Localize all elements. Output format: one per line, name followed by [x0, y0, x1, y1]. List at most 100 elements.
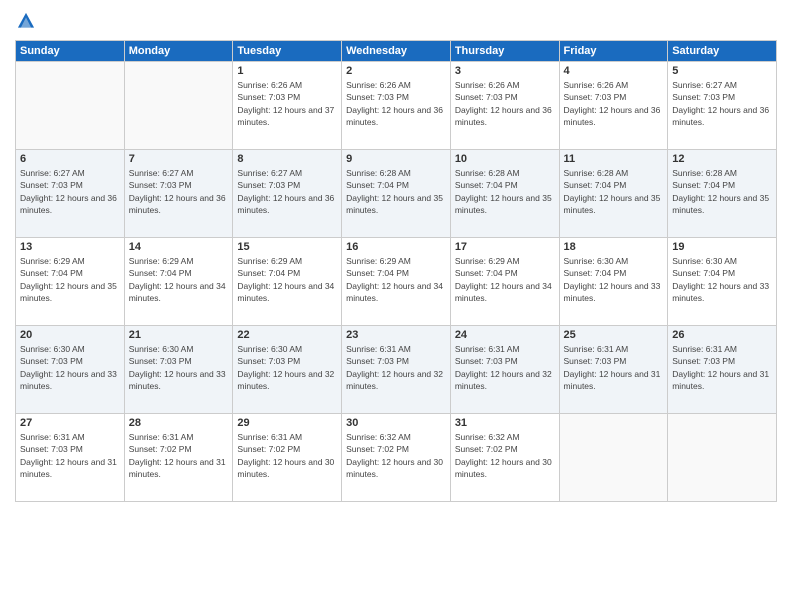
day-number: 10 [455, 153, 555, 165]
weekday-tuesday: Tuesday [233, 41, 342, 62]
calendar-cell: 11 Sunrise: 6:28 AMSunset: 7:04 PMDayligh… [559, 150, 668, 238]
calendar-cell: 15 Sunrise: 6:29 AMSunset: 7:04 PMDayligh… [233, 238, 342, 326]
calendar-cell: 6 Sunrise: 6:27 AMSunset: 7:03 PMDaylight… [16, 150, 125, 238]
calendar-cell: 14Sunrise: 6:29 AMSunset: 7:04 PMDayligh… [124, 238, 233, 326]
day-number: 29 [237, 417, 337, 429]
day-number: 19 [672, 241, 772, 253]
calendar-cell: 10 Sunrise: 6:28 AMSunset: 7:04 PMDayligh… [450, 150, 559, 238]
day-info: Sunrise: 6:31 AMSunset: 7:03 PMDaylight:… [346, 343, 446, 392]
day-info: Sunrise: 6:28 AMSunset: 7:04 PMDaylight:… [455, 167, 555, 216]
calendar-cell: 4 Sunrise: 6:26 AMSunset: 7:03 PMDaylight… [559, 62, 668, 150]
weekday-monday: Monday [124, 41, 233, 62]
calendar-week-3: 13 Sunrise: 6:29 AMSunset: 7:04 PMDayligh… [16, 238, 777, 326]
calendar-cell: 22 Sunrise: 6:30 AMSunset: 7:03 PMDayligh… [233, 326, 342, 414]
calendar-cell [124, 62, 233, 150]
day-info: Sunrise: 6:26 AMSunset: 7:03 PMDaylight:… [455, 79, 555, 128]
day-info: Sunrise: 6:29 AMSunset: 7:04 PMDaylight:… [237, 255, 337, 304]
day-number: 9 [346, 153, 446, 165]
calendar-week-5: 27Sunrise: 6:31 AMSunset: 7:03 PMDayligh… [16, 414, 777, 502]
day-info: Sunrise: 6:32 AMSunset: 7:02 PMDaylight:… [455, 431, 555, 480]
calendar-cell: 21 Sunrise: 6:30 AMSunset: 7:03 PMDayligh… [124, 326, 233, 414]
day-info: Sunrise: 6:31 AMSunset: 7:03 PMDaylight:… [455, 343, 555, 392]
day-info: Sunrise: 6:28 AMSunset: 7:04 PMDaylight:… [346, 167, 446, 216]
day-number: 25 [564, 329, 664, 341]
calendar-cell: 25 Sunrise: 6:31 AMSunset: 7:03 PMDayligh… [559, 326, 668, 414]
day-number: 1 [237, 65, 337, 77]
day-number: 7 [129, 153, 229, 165]
calendar: SundayMondayTuesdayWednesdayThursdayFrid… [15, 40, 777, 502]
calendar-cell: 18 Sunrise: 6:30 AMSunset: 7:04 PMDayligh… [559, 238, 668, 326]
day-number: 12 [672, 153, 772, 165]
weekday-wednesday: Wednesday [342, 41, 451, 62]
calendar-cell: 20 Sunrise: 6:30 AMSunset: 7:03 PMDayligh… [16, 326, 125, 414]
day-number: 2 [346, 65, 446, 77]
calendar-cell: 7 Sunrise: 6:27 AMSunset: 7:03 PMDaylight… [124, 150, 233, 238]
day-info: Sunrise: 6:31 AMSunset: 7:03 PMDaylight:… [20, 431, 120, 480]
day-number: 17 [455, 241, 555, 253]
day-info: Sunrise: 6:29 AMSunset: 7:04 PMDaylight:… [20, 255, 120, 304]
day-info: Sunrise: 6:28 AMSunset: 7:04 PMDaylight:… [672, 167, 772, 216]
calendar-cell: 19Sunrise: 6:30 AMSunset: 7:04 PMDayligh… [668, 238, 777, 326]
day-info: Sunrise: 6:29 AMSunset: 7:04 PMDaylight:… [455, 255, 555, 304]
calendar-cell: 16Sunrise: 6:29 AMSunset: 7:04 PMDayligh… [342, 238, 451, 326]
day-number: 21 [129, 329, 229, 341]
day-info: Sunrise: 6:28 AMSunset: 7:04 PMDaylight:… [564, 167, 664, 216]
day-info: Sunrise: 6:31 AMSunset: 7:02 PMDaylight:… [129, 431, 229, 480]
day-info: Sunrise: 6:29 AMSunset: 7:04 PMDaylight:… [346, 255, 446, 304]
day-info: Sunrise: 6:26 AMSunset: 7:03 PMDaylight:… [237, 79, 337, 128]
calendar-cell: 26Sunrise: 6:31 AMSunset: 7:03 PMDayligh… [668, 326, 777, 414]
day-number: 28 [129, 417, 229, 429]
day-number: 5 [672, 65, 772, 77]
weekday-sunday: Sunday [16, 41, 125, 62]
calendar-cell: 17 Sunrise: 6:29 AMSunset: 7:04 PMDayligh… [450, 238, 559, 326]
day-info: Sunrise: 6:31 AMSunset: 7:03 PMDaylight:… [672, 343, 772, 392]
calendar-cell: 9 Sunrise: 6:28 AMSunset: 7:04 PMDaylight… [342, 150, 451, 238]
day-number: 31 [455, 417, 555, 429]
day-info: Sunrise: 6:30 AMSunset: 7:04 PMDaylight:… [564, 255, 664, 304]
weekday-friday: Friday [559, 41, 668, 62]
calendar-cell: 23 Sunrise: 6:31 AMSunset: 7:03 PMDayligh… [342, 326, 451, 414]
calendar-cell: 2Sunrise: 6:26 AMSunset: 7:03 PMDaylight… [342, 62, 451, 150]
day-info: Sunrise: 6:27 AMSunset: 7:03 PMDaylight:… [20, 167, 120, 216]
calendar-cell: 13 Sunrise: 6:29 AMSunset: 7:04 PMDayligh… [16, 238, 125, 326]
calendar-cell: 8Sunrise: 6:27 AMSunset: 7:03 PMDaylight… [233, 150, 342, 238]
day-number: 4 [564, 65, 664, 77]
day-number: 30 [346, 417, 446, 429]
logo [15, 10, 39, 32]
day-number: 14 [129, 241, 229, 253]
day-number: 15 [237, 241, 337, 253]
day-info: Sunrise: 6:30 AMSunset: 7:03 PMDaylight:… [20, 343, 120, 392]
calendar-cell: 30 Sunrise: 6:32 AMSunset: 7:02 PMDayligh… [342, 414, 451, 502]
day-number: 20 [20, 329, 120, 341]
day-info: Sunrise: 6:26 AMSunset: 7:03 PMDaylight:… [564, 79, 664, 128]
calendar-cell: 31 Sunrise: 6:32 AMSunset: 7:02 PMDayligh… [450, 414, 559, 502]
header [15, 10, 777, 32]
day-number: 18 [564, 241, 664, 253]
day-number: 8 [237, 153, 337, 165]
weekday-saturday: Saturday [668, 41, 777, 62]
calendar-cell: 12 Sunrise: 6:28 AMSunset: 7:04 PMDayligh… [668, 150, 777, 238]
day-info: Sunrise: 6:31 AMSunset: 7:02 PMDaylight:… [237, 431, 337, 480]
day-number: 23 [346, 329, 446, 341]
calendar-cell: 3Sunrise: 6:26 AMSunset: 7:03 PMDaylight… [450, 62, 559, 150]
day-info: Sunrise: 6:31 AMSunset: 7:03 PMDaylight:… [564, 343, 664, 392]
day-info: Sunrise: 6:27 AMSunset: 7:03 PMDaylight:… [672, 79, 772, 128]
day-number: 11 [564, 153, 664, 165]
calendar-week-4: 20 Sunrise: 6:30 AMSunset: 7:03 PMDayligh… [16, 326, 777, 414]
day-info: Sunrise: 6:30 AMSunset: 7:03 PMDaylight:… [237, 343, 337, 392]
day-info: Sunrise: 6:27 AMSunset: 7:03 PMDaylight:… [129, 167, 229, 216]
day-number: 13 [20, 241, 120, 253]
day-number: 22 [237, 329, 337, 341]
calendar-week-2: 6 Sunrise: 6:27 AMSunset: 7:03 PMDaylight… [16, 150, 777, 238]
calendar-cell [559, 414, 668, 502]
calendar-cell: 29 Sunrise: 6:31 AMSunset: 7:02 PMDayligh… [233, 414, 342, 502]
weekday-thursday: Thursday [450, 41, 559, 62]
calendar-cell: 28 Sunrise: 6:31 AMSunset: 7:02 PMDayligh… [124, 414, 233, 502]
day-number: 6 [20, 153, 120, 165]
calendar-cell [16, 62, 125, 150]
day-info: Sunrise: 6:30 AMSunset: 7:03 PMDaylight:… [129, 343, 229, 392]
calendar-cell: 27Sunrise: 6:31 AMSunset: 7:03 PMDayligh… [16, 414, 125, 502]
calendar-cell: 5 Sunrise: 6:27 AMSunset: 7:03 PMDaylight… [668, 62, 777, 150]
day-info: Sunrise: 6:32 AMSunset: 7:02 PMDaylight:… [346, 431, 446, 480]
calendar-cell [668, 414, 777, 502]
